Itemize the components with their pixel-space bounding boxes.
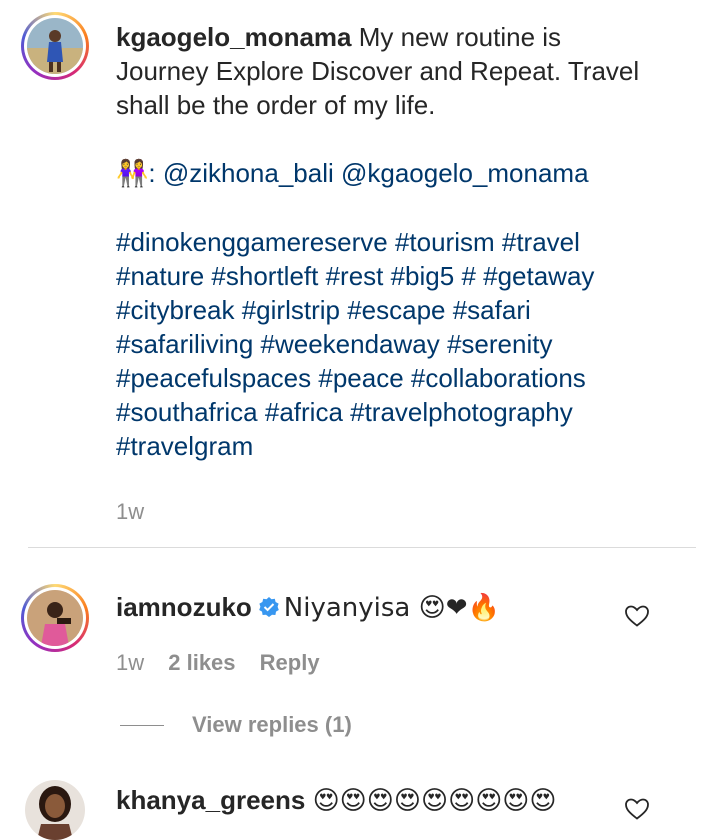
- caption-line: Journey Explore Discover and Repeat. Tra…: [116, 56, 640, 86]
- post-caption: kgaogelo_monama My new routine is Journe…: [116, 20, 686, 529]
- hashtag-line[interactable]: #dinokenggamereserve #tourism #travel: [116, 225, 686, 259]
- likes-count[interactable]: 2 likes: [168, 650, 235, 675]
- poster-avatar[interactable]: [21, 12, 89, 80]
- comment-text: 😍😍😍😍😍😍😍😍😍: [312, 786, 557, 816]
- hashtag-line[interactable]: #travelgram: [116, 429, 686, 463]
- commenter-avatar-image: [27, 590, 83, 646]
- reply-button[interactable]: Reply: [260, 650, 320, 675]
- caption-line: shall be the order of my life.: [116, 90, 436, 120]
- hashtag-line[interactable]: #peacefulspaces #peace #collaborations: [116, 361, 686, 395]
- hashtag-line[interactable]: #nature #shortleft #rest #big5 # #getawa…: [116, 259, 686, 293]
- photo-credit: 👭: @zikhona_bali @kgaogelo_monama: [116, 156, 686, 191]
- comment: iamnozuko Niyanyisa 😍❤🔥: [116, 590, 500, 626]
- hashtag-line[interactable]: #citybreak #girlstrip #escape #safari: [116, 293, 686, 327]
- view-replies-button[interactable]: View replies (1): [192, 712, 352, 738]
- hashtag-line[interactable]: #safariliving #weekendaway #serenity: [116, 327, 686, 361]
- poster-username[interactable]: kgaogelo_monama: [116, 22, 352, 52]
- mention-links[interactable]: : @zikhona_bali @kgaogelo_monama: [148, 158, 588, 188]
- poster-avatar-image: [27, 18, 83, 74]
- commenter-avatar[interactable]: [25, 780, 85, 840]
- caption-text: My new routine is: [351, 22, 562, 52]
- heart-outline-icon[interactable]: [624, 604, 650, 628]
- commenter-avatar[interactable]: [21, 584, 89, 652]
- view-replies-line: [120, 725, 164, 726]
- verified-badge-icon: [258, 592, 280, 626]
- hashtag-line[interactable]: #southafrica #africa #travelphotography: [116, 395, 686, 429]
- commenter-avatar-image: [25, 780, 85, 840]
- comment-meta: 1w 2 likes Reply: [116, 650, 338, 676]
- commenter-username[interactable]: khanya_greens: [116, 785, 305, 815]
- comment-text: Niyanyisa 😍❤🔥: [283, 593, 500, 623]
- comment: khanya_greens 😍😍😍😍😍😍😍😍😍: [116, 783, 557, 818]
- heart-outline-icon[interactable]: [624, 797, 650, 821]
- two-women-emoji: 👭: [116, 159, 149, 189]
- divider: [28, 547, 696, 548]
- comment-timestamp: 1w: [116, 650, 145, 675]
- commenter-username[interactable]: iamnozuko: [116, 592, 252, 622]
- post-timestamp: 1w: [116, 499, 145, 524]
